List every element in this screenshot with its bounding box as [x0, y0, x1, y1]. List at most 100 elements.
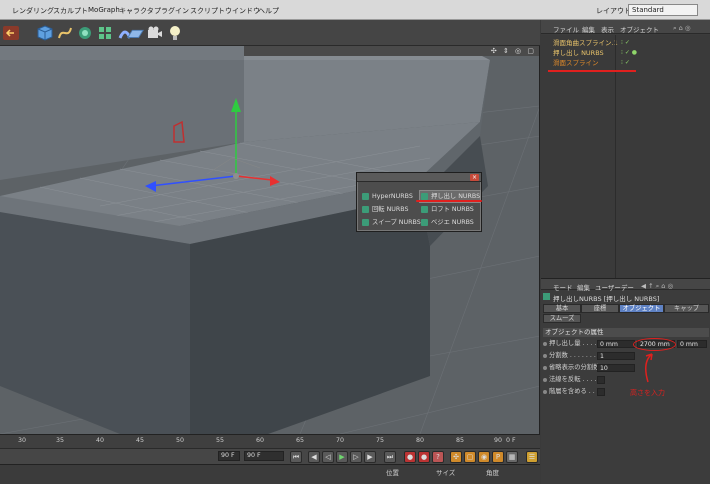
hierarchical-label: 階層を含める . . . . — [549, 388, 603, 395]
am-nav-icons[interactable]: ◀ ↑ ⌕ ⌂ ◎ — [641, 282, 673, 291]
om-search-icon[interactable]: ⌕ ⌂ ◎ — [673, 24, 691, 33]
tab-caps[interactable]: キャップ — [664, 304, 709, 313]
timeline-tick: 60 — [256, 437, 265, 444]
menu-render[interactable]: レンダリング — [12, 6, 54, 16]
object-row[interactable]: 滑面スプライン ⁝ ✓ — [541, 58, 710, 68]
object-flags[interactable]: ⁝ ✓ — [621, 38, 630, 48]
timeline-tick: 65 — [296, 437, 305, 444]
bezier-nurbs-item[interactable]: ベジエ NURBS — [420, 217, 480, 228]
tab-object[interactable]: オブジェクト — [619, 304, 664, 313]
autokey-icon[interactable]: ● — [418, 451, 430, 463]
play-icon[interactable]: ▶ — [336, 451, 348, 463]
subdivision-label: 分割数 . . . . . . . . . — [549, 352, 604, 359]
am-menu-userdata[interactable]: ユーザーデー — [595, 282, 634, 292]
max-frame-field[interactable]: 90 F — [244, 451, 284, 461]
nurbs-icon[interactable] — [76, 24, 94, 42]
am-menu-mode[interactable]: モード — [553, 282, 573, 292]
param-key-icon[interactable]: P — [492, 451, 504, 463]
menu-sculpt[interactable]: スカルプト — [53, 6, 88, 16]
bezier-nurbs-icon — [421, 219, 428, 226]
go-start-icon[interactable]: ⏮ — [290, 451, 302, 463]
timeline-menu-icon[interactable]: ☰ — [526, 451, 538, 463]
object-row[interactable]: 押し出し NURBS ⁝ ✓ ● — [541, 48, 710, 58]
om-menu-object[interactable]: オブジェクト — [620, 24, 659, 34]
subdivision-field[interactable]: 1 — [597, 352, 635, 360]
object-row[interactable]: 滑面角曲スプライン.1 ⁝ ✓ — [541, 38, 710, 48]
tab-smoothing[interactable]: スムーズ — [543, 314, 581, 323]
loft-nurbs-item[interactable]: ロフト NURBS — [420, 204, 480, 215]
animation-dot[interactable] — [543, 390, 547, 394]
menu-character[interactable]: キャラクタ — [119, 6, 154, 16]
flip-normals-checkbox[interactable] — [597, 376, 605, 384]
object-flags[interactable]: ⁝ ✓ — [621, 58, 630, 68]
light-icon[interactable] — [166, 24, 184, 42]
tab-coordinates[interactable]: 座標 — [581, 304, 619, 313]
om-menu-view[interactable]: 表示 — [601, 24, 614, 34]
pla-key-icon[interactable]: ▦ — [506, 451, 518, 463]
isoparm-row: 省略表示の分割数 10 — [543, 363, 709, 373]
prev-frame-icon[interactable]: ◁ — [322, 451, 334, 463]
object-flags[interactable]: ⁝ ✓ ● — [621, 48, 637, 58]
go-end-icon[interactable]: ⏭ — [384, 451, 396, 463]
next-key-icon[interactable]: ▶ — [364, 451, 376, 463]
size-header: サイズ — [436, 469, 456, 477]
section-object-properties: オブジェクトの属性 — [543, 328, 709, 337]
playback-bar: 90 F 90 F ⏮ ◀ ◁ ▶ ▷ ▶ ⏭ ● ● ? ✣ ▢ ◉ P ▦ … — [0, 448, 540, 464]
scene-geometry — [0, 46, 539, 434]
camera-icon[interactable] — [146, 24, 164, 42]
close-icon[interactable]: × — [470, 174, 479, 181]
column-divider[interactable] — [615, 35, 616, 287]
menu-mograph[interactable]: MoGraph — [88, 6, 120, 14]
position-header: 位置 — [386, 469, 399, 477]
animation-dot[interactable] — [543, 366, 547, 370]
timeline-tick: 90 — [494, 437, 503, 444]
isoparm-field[interactable]: 10 — [597, 364, 635, 372]
scale-key-icon[interactable]: ▢ — [464, 451, 476, 463]
move-key-icon[interactable]: ✣ — [450, 451, 462, 463]
menu-script[interactable]: スクリプト — [190, 6, 225, 16]
undo-icon[interactable] — [2, 24, 20, 42]
rotate-key-icon[interactable]: ◉ — [478, 451, 490, 463]
om-menu-edit[interactable]: 編集 — [582, 24, 595, 34]
animation-dot[interactable] — [543, 342, 547, 346]
extrude-amount-row: 押し出し量 . . . . . . 0 mm 2700 mm 0 mm — [543, 339, 709, 349]
tab-basic[interactable]: 基本 — [543, 304, 581, 313]
3d-viewport[interactable]: ✣ ⇕ ◎ ▢ — [0, 46, 540, 434]
timeline-ruler[interactable]: 30 35 40 45 50 55 60 65 70 75 80 85 90 0… — [0, 434, 540, 448]
hierarchical-checkbox[interactable] — [597, 388, 605, 396]
menu-help[interactable]: ヘルプ — [258, 6, 279, 16]
coordinates-bar: 位置 サイズ 角度 — [0, 464, 540, 484]
extrude-x-field[interactable]: 0 mm — [597, 340, 635, 348]
record-icon[interactable]: ● — [404, 451, 416, 463]
cube-icon[interactable] — [36, 24, 54, 42]
timeline-tick: 50 — [176, 437, 185, 444]
hypernurbs-icon — [362, 193, 369, 200]
floor-icon[interactable] — [126, 24, 146, 42]
keyframe-selection-icon[interactable]: ? — [432, 451, 444, 463]
spline-pen-icon[interactable] — [56, 24, 74, 42]
current-frame-label: 0 F — [506, 437, 516, 444]
layout-select[interactable]: Standard — [628, 4, 698, 16]
prev-key-icon[interactable]: ◀ — [308, 451, 320, 463]
am-menu-edit[interactable]: 編集 — [577, 282, 590, 292]
menu-plugins[interactable]: プラグイン — [154, 6, 189, 16]
min-frame-field[interactable]: 90 F — [218, 451, 240, 461]
animation-dot[interactable] — [543, 354, 547, 358]
om-menu-file[interactable]: ファイル — [553, 24, 579, 34]
object-name[interactable]: 滑面スプライン — [553, 58, 599, 68]
extrude-z-field[interactable]: 0 mm — [677, 340, 707, 348]
sweep-nurbs-item[interactable]: スイープ NURBS — [361, 217, 421, 228]
array-icon[interactable] — [96, 24, 114, 42]
lathe-nurbs-icon — [362, 206, 369, 213]
object-name[interactable]: 押し出し NURBS — [553, 48, 604, 58]
timeline-tick: 35 — [56, 437, 65, 444]
menu-window[interactable]: ウインドウ — [225, 6, 260, 16]
timeline-tick: 75 — [376, 437, 385, 444]
next-frame-icon[interactable]: ▷ — [350, 451, 362, 463]
popup-titlebar[interactable] — [357, 173, 481, 182]
object-list[interactable]: 滑面角曲スプライン.1 ⁝ ✓ 押し出し NURBS ⁝ ✓ ● 滑面スプライン… — [541, 35, 710, 287]
hypernurbs-item[interactable]: HyperNURBS — [361, 191, 419, 202]
object-name[interactable]: 滑面角曲スプライン.1 — [553, 38, 618, 48]
animation-dot[interactable] — [543, 378, 547, 382]
lathe-nurbs-item[interactable]: 回転 NURBS — [361, 204, 419, 215]
